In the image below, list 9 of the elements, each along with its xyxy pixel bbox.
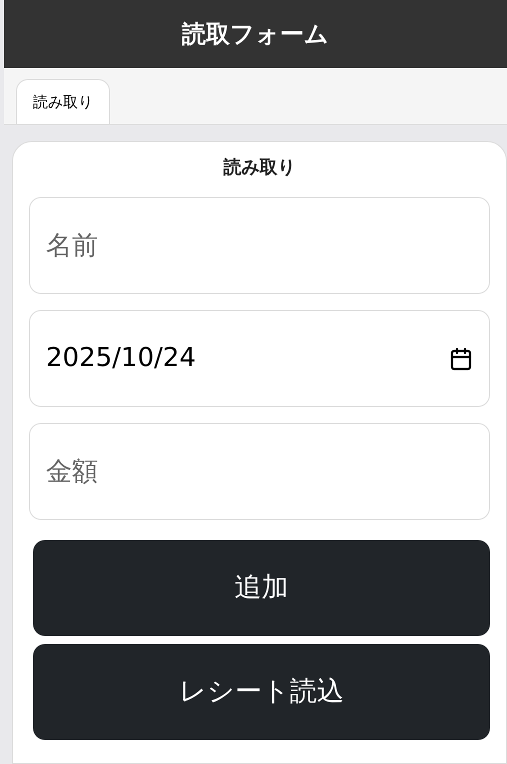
tab[interactable]: 読み取り [16,79,110,124]
input-field[interactable]: 金額 [29,423,490,520]
action-button[interactable]: レシート読込 [33,644,490,740]
action-button[interactable]: 追加 [33,540,490,636]
date-field[interactable]: 2025/10/24 [29,310,490,407]
calendar-icon[interactable] [449,346,473,370]
input-field[interactable]: 名前 [29,197,490,294]
form-title: 読み取り [222,156,296,180]
header-title: 読取フォーム [182,19,329,50]
